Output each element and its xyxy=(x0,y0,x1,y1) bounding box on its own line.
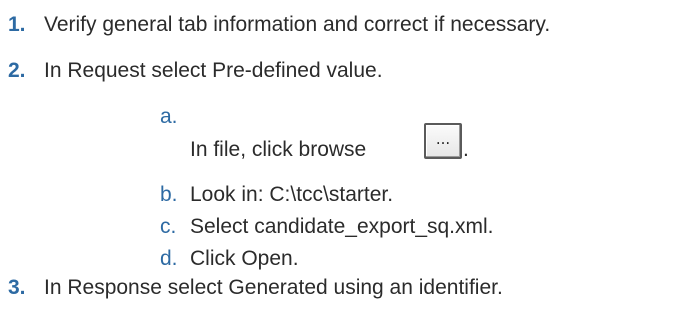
substep-letter: c. xyxy=(160,215,177,238)
step-1: 1. Verify general tab information and cor… xyxy=(8,12,550,38)
step-number: 3. xyxy=(8,276,26,299)
step-number: 1. xyxy=(8,13,26,36)
substep-d: d. Click Open. xyxy=(160,246,299,272)
step-text: Verify general tab information and corre… xyxy=(44,13,551,36)
step-2: 2. In Request select Pre-defined value. xyxy=(8,58,383,84)
substep-text: In file, click browse xyxy=(190,138,367,161)
substep-text: Look in: C:\tcc\starter. xyxy=(190,183,394,206)
substep-suffix: . xyxy=(463,138,469,161)
substep-letter: a. xyxy=(160,105,178,128)
substep-letter: d. xyxy=(160,247,178,270)
browse-button[interactable]: ... xyxy=(424,123,462,159)
substep-letter: b. xyxy=(160,183,178,206)
step-number: 2. xyxy=(8,59,26,82)
substep-c: c. Select candidate_export_sq.xml. xyxy=(160,214,494,240)
substep-b: b. Look in: C:\tcc\starter. xyxy=(160,182,393,208)
step-text: In Request select Pre-defined value. xyxy=(44,59,383,82)
substep-text: Select candidate_export_sq.xml. xyxy=(190,215,494,238)
substep-text: Click Open. xyxy=(190,247,299,270)
step-text: In Response select Generated using an id… xyxy=(44,276,503,299)
step-3: 3. In Response select Generated using an … xyxy=(8,275,503,301)
